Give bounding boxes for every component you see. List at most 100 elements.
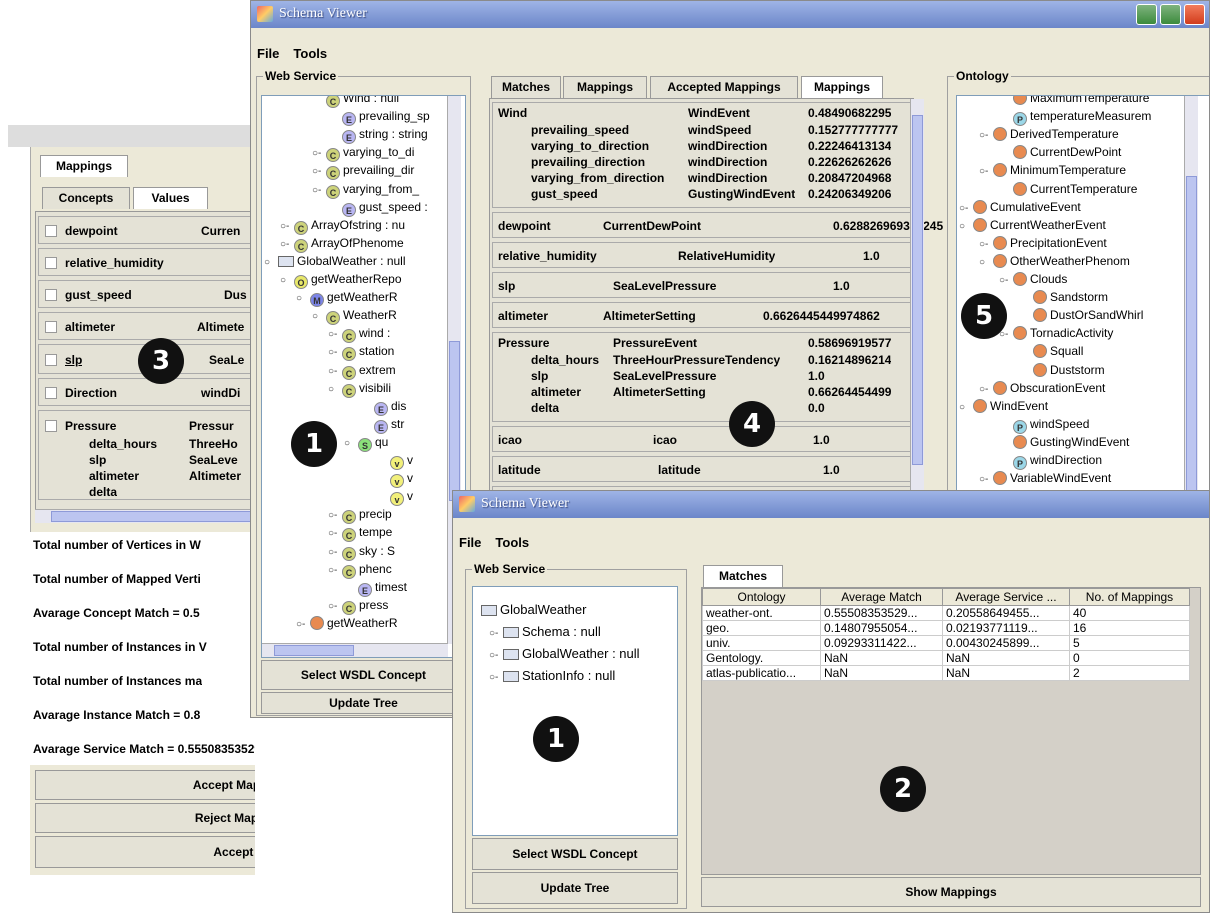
tree-node[interactable]: CurrentTemperature (999, 181, 1137, 198)
tab-accepted-mappings[interactable]: Accepted Mappings (650, 76, 798, 98)
expand-toggle-icon[interactable]: ○- (312, 163, 326, 180)
scroll-thumb[interactable] (1186, 176, 1197, 506)
select-wsdl-concept-button[interactable]: Select WSDL Concept (261, 660, 466, 690)
expand-toggle-icon[interactable]: ○- (959, 200, 973, 217)
tree-node[interactable]: DustOrSandWhirl (1019, 307, 1143, 324)
tree-node[interactable]: ○- Schema : null (489, 623, 601, 640)
scroll-thumb[interactable] (449, 341, 460, 501)
tab-matches[interactable]: Matches (703, 565, 783, 587)
expand-toggle-icon[interactable]: ○- (489, 647, 503, 664)
tree-node[interactable]: Estr (360, 416, 404, 434)
mapping-group[interactable]: Pressure PressureEvent 0.58696919577 delta_… (492, 332, 911, 422)
table-row[interactable]: atlas-publicatio... NaN NaN 2 (702, 665, 1190, 681)
horizontal-scrollbar[interactable] (262, 643, 448, 657)
tree-node[interactable]: PwindSpeed (999, 416, 1089, 434)
expand-toggle-icon[interactable]: ○- (979, 471, 993, 488)
tree-node[interactable]: ○- MinimumTemperature (979, 162, 1126, 179)
accept-mappings-button[interactable]: Accept Mappings (35, 770, 255, 800)
tree-node[interactable]: MaximumTemperature (999, 96, 1149, 107)
tree-node[interactable]: ○- getWeatherR (296, 615, 397, 632)
tree-node[interactable]: ○ MgetWeatherR (296, 289, 397, 308)
menu-file[interactable]: File (459, 533, 481, 550)
tree-node[interactable]: ○ GlobalWeather : null (264, 253, 406, 270)
expand-toggle-icon[interactable]: ○- (328, 544, 342, 561)
update-tree-button[interactable]: Update Tree (472, 872, 678, 904)
web-service-tree[interactable]: C Wind : null Eprevailing_sp Estring : stri… (261, 95, 466, 658)
tree-node[interactable]: ○ OgetWeatherRepo (280, 271, 402, 289)
mapping-row[interactable]: altimeter AltimeterSetting 0.6626445449974… (492, 302, 911, 328)
scroll-thumb[interactable] (912, 115, 923, 465)
checkbox[interactable] (45, 225, 57, 237)
tree-node[interactable]: ○- Cvarying_to_di (312, 144, 414, 163)
vertical-scrollbar[interactable] (1184, 96, 1198, 516)
expand-toggle-icon[interactable]: ○ (312, 308, 326, 325)
tree-node[interactable]: Squall (1019, 343, 1083, 360)
expand-toggle-icon[interactable]: ○- (979, 381, 993, 398)
tree-node[interactable]: C Wind : null (312, 96, 399, 108)
expand-toggle-icon[interactable]: ○ (264, 254, 278, 271)
expand-toggle-icon[interactable]: ○- (328, 363, 342, 380)
scroll-thumb[interactable] (274, 645, 354, 656)
tree-node[interactable]: GustingWindEvent (999, 434, 1129, 451)
expand-toggle-icon[interactable]: ○- (280, 236, 294, 253)
tree-node[interactable]: ○- ObscurationEvent (979, 380, 1105, 397)
tree-node[interactable]: PtemperatureMeasurem (999, 108, 1151, 127)
expand-toggle-icon[interactable]: ○ (280, 272, 294, 289)
tree-node[interactable]: ○- CumulativeEvent (959, 199, 1081, 216)
checkbox[interactable] (45, 321, 57, 333)
horizontal-scrollbar[interactable] (35, 509, 255, 523)
tree-node[interactable]: Estring : string (328, 126, 428, 145)
select-wsdl-concept-button[interactable]: Select WSDL Concept (472, 838, 678, 870)
tree-node[interactable]: ○ Squ (344, 434, 388, 452)
tree-node[interactable]: ○- TornadicActivity (999, 325, 1113, 342)
tree-node[interactable]: Eprevailing_sp (328, 108, 430, 127)
scroll-thumb[interactable] (51, 511, 251, 522)
tree-node[interactable]: vv (376, 488, 413, 507)
expand-toggle-icon[interactable]: ○ (959, 218, 973, 235)
menu-file[interactable]: File (257, 44, 279, 61)
tree-node[interactable]: ○- Cwind : (328, 325, 390, 344)
minimize-button[interactable] (1136, 4, 1157, 25)
mapping-row[interactable]: icao icao 1.0 (492, 426, 911, 452)
tab-mappings-active[interactable]: Mappings (801, 76, 883, 98)
expand-toggle-icon[interactable]: ○ (328, 381, 342, 398)
expand-toggle-icon[interactable]: ○- (328, 326, 342, 343)
tab-mappings[interactable]: Mappings (563, 76, 647, 98)
tree-node[interactable]: ○- Cpress (328, 597, 388, 615)
vertical-scrollbar[interactable] (910, 99, 924, 497)
value-row[interactable]: dewpoint Curren (38, 216, 255, 244)
tree-node[interactable]: ○- Cphenc (328, 561, 392, 579)
tree-node[interactable]: vv (376, 470, 413, 489)
tree-node[interactable]: GlobalWeather (481, 601, 586, 618)
mapping-group[interactable]: Wind WindEvent 0.48490682295 prevailing_spe… (492, 102, 911, 208)
matches-table[interactable]: Ontology Average Match Average Service ...… (702, 588, 1190, 681)
tree-node[interactable]: ○- C ArrayOfstring : nu (280, 217, 405, 235)
mapping-row[interactable]: dewpoint CurrentDewPoint 0.628826969384245 (492, 212, 943, 238)
expand-toggle-icon[interactable]: ○- (328, 507, 342, 524)
tree-node[interactable]: ○- StationInfo : null (489, 667, 615, 684)
close-button[interactable] (1184, 4, 1205, 25)
pressure-group[interactable]: Pressure Pressur delta_hours ThreeHo slp… (38, 410, 255, 500)
column-header[interactable]: No. of Mappings (1069, 588, 1190, 606)
tree-node[interactable]: Edis (360, 398, 406, 416)
web-service-tree[interactable]: GlobalWeather ○- Schema : null ○- GlobalWeat… (472, 586, 678, 836)
menu-tools[interactable]: Tools (495, 533, 529, 550)
expand-toggle-icon[interactable]: ○- (312, 145, 326, 162)
expand-toggle-icon[interactable]: ○- (489, 625, 503, 642)
tree-node[interactable]: ○ C WeatherR (312, 307, 397, 326)
tree-node[interactable]: ○- Cstation (328, 343, 394, 362)
expand-toggle-icon[interactable]: ○- (979, 236, 993, 253)
tree-node[interactable]: ○- C ArrayOfPhenome (280, 235, 404, 253)
checkbox[interactable] (45, 257, 57, 269)
subtab-values[interactable]: Values (133, 187, 208, 209)
expand-toggle-icon[interactable]: ○- (489, 669, 503, 686)
expand-toggle-icon[interactable]: ○- (328, 344, 342, 361)
value-row[interactable]: relative_humidity (38, 248, 255, 276)
checkbox[interactable] (45, 354, 57, 366)
tree-node[interactable]: ○- VariableWindEvent (979, 470, 1111, 487)
expand-toggle-icon[interactable]: ○ (296, 290, 310, 307)
tree-node[interactable]: ○- Ctempe (328, 524, 392, 543)
tree-node[interactable]: ○- Clouds (999, 271, 1067, 288)
expand-toggle-icon[interactable]: ○- (999, 272, 1013, 289)
tree-node[interactable]: ○ CurrentWeatherEvent (959, 217, 1106, 234)
